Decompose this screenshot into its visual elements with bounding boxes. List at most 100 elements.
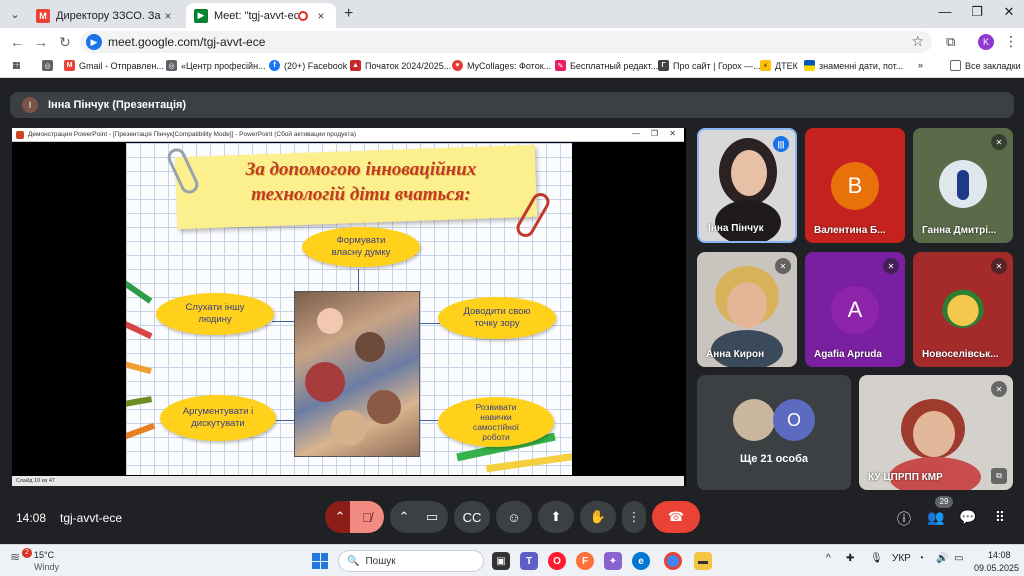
participant-tile[interactable]: ✕ Новоселівськ... (913, 252, 1013, 367)
language-indicator[interactable]: УКР (892, 553, 911, 564)
arrow-line (358, 269, 359, 291)
arrow-line (276, 420, 294, 421)
mic-off-icon: ✕ (775, 258, 791, 274)
wifi-icon[interactable]: ◔ (918, 553, 924, 564)
presentation-stage[interactable]: Демонстрация PowerPoint - [Презентація П… (12, 128, 686, 486)
profile-avatar[interactable]: K (978, 34, 994, 50)
bookmark-item[interactable]: ✎ Бесплатный редакт... (555, 60, 658, 71)
battery-icon[interactable]: ▭ (954, 553, 963, 564)
mic-off-icon: ✕ (991, 258, 1007, 274)
more-options-button[interactable]: ⋮ (622, 501, 646, 533)
back-icon[interactable]: ← (8, 34, 26, 50)
people-icon[interactable]: 👥 (926, 509, 946, 526)
clock-date[interactable]: 09.05.2025 (974, 563, 1019, 573)
participant-name: Agafia Apruda (814, 349, 882, 360)
info-icon[interactable]: ⓘ (894, 509, 914, 529)
volume-icon[interactable]: 🔊 (936, 553, 948, 564)
meeting-code: tgj-avvt-ece (60, 511, 123, 525)
more-bookmarks-icon[interactable]: » (918, 60, 923, 70)
firefox-icon[interactable]: F (576, 552, 594, 570)
edge-icon[interactable]: e (632, 552, 650, 570)
restore-icon[interactable]: ❐ (962, 4, 992, 20)
recording-icon (298, 10, 308, 21)
close-icon[interactable]: × (314, 9, 328, 23)
ppt-minimize-icon: — (632, 129, 640, 138)
opera-icon[interactable]: O (548, 552, 566, 570)
activities-icon[interactable]: ⠿ (990, 509, 1010, 526)
search-icon: 🔍 (347, 555, 360, 567)
slide-title: За допомогою інноваційних технологій діт… (245, 159, 477, 205)
mic-off-icon: 🎙̸ (362, 509, 372, 525)
site-info-icon[interactable]: ▶ (86, 34, 102, 50)
more-vert-icon: ⋮ (627, 509, 641, 524)
browser-menu-icon[interactable]: ⋮ (1004, 33, 1018, 50)
copilot-icon[interactable]: ✦ (604, 552, 622, 570)
pip-icon[interactable]: ⧉ (991, 468, 1007, 484)
camera-icon: ▭ (425, 509, 439, 524)
tab-gmail[interactable]: M Директору ЗЗСО. Запрошення × (28, 3, 183, 28)
participant-tile[interactable]: A ✕ Agafia Apruda (805, 252, 905, 367)
task-view-icon[interactable]: ▣ (492, 552, 510, 570)
bookmark-item[interactable]: M Gmail - Отправлен... (64, 60, 164, 71)
participant-tile[interactable]: ||| Інна Пінчук (697, 128, 797, 243)
participant-name: Новоселівськ... (922, 349, 999, 360)
tab-search-icon[interactable]: ⌄ (6, 5, 24, 23)
participant-avatar: О (773, 399, 815, 441)
ppt-window-title: Демонстрация PowerPoint - [Презентація П… (12, 128, 684, 142)
bookmark-item[interactable]: ◎ «Центр професійн... (166, 60, 266, 71)
chrome-icon[interactable] (664, 552, 682, 570)
bookmark-item[interactable]: ⚡ ДТЕК (760, 60, 798, 71)
clock-time[interactable]: 14:08 (988, 550, 1011, 560)
forward-icon[interactable]: → (32, 34, 50, 50)
others-tile[interactable]: О Ще 21 особа (697, 375, 851, 490)
heart-icon: ♥ (452, 60, 463, 71)
bookmark-item[interactable]: f (20+) Facebook (269, 60, 347, 71)
taskbar-search[interactable]: 🔍 Пошук (338, 550, 484, 572)
start-button[interactable] (312, 553, 328, 569)
teams-icon[interactable]: T (520, 552, 538, 570)
apps-icon[interactable]: ▦ (12, 60, 21, 71)
present-button[interactable]: ⬆ (538, 501, 574, 533)
temperature: 15°C (34, 550, 55, 560)
tray-mic-icon[interactable]: 🎙 (870, 553, 883, 564)
bookmark-item[interactable]: ♥ MyCollages: Фоток... (452, 60, 551, 71)
weather-condition: Windy (34, 562, 60, 572)
address-bar[interactable]: ▶ meet.google.com/tgj-avvt-ece ☆ (80, 31, 932, 53)
participant-tile[interactable]: В Валентина Б... (805, 128, 905, 243)
gmail-icon: M (36, 8, 50, 23)
bookmark-item[interactable]: знаменні дати, пот... (804, 60, 903, 71)
reload-icon[interactable]: ↻ (56, 34, 74, 51)
bookmark-item[interactable]: ▲ Початок 2024/2025... (350, 60, 451, 71)
browser-toolbar: ← → ↻ ▶ meet.google.com/tgj-avvt-ece ☆ (0, 28, 1024, 56)
window-close-icon[interactable]: ✕ (994, 4, 1024, 20)
participant-tile[interactable]: ✕ Анна Кирон (697, 252, 797, 367)
captions-button[interactable]: CC (454, 501, 490, 533)
participant-name: Інна Пінчук (708, 223, 764, 234)
participant-tile[interactable]: ✕ КУ ЦПРПП КМР ⧉ (859, 375, 1013, 490)
chat-icon[interactable]: 💬 (958, 509, 978, 526)
globe-icon: ◎ (42, 60, 53, 71)
bookmark-star-icon[interactable]: ☆ (911, 33, 924, 50)
file-explorer-icon[interactable]: ▬ (694, 552, 712, 570)
tab-meet[interactable]: ▶ Meet: "tgj-avvt-ece" × (186, 3, 336, 28)
close-icon[interactable]: × (161, 9, 175, 23)
bookmark-item[interactable]: Г Про сайт | Горох —... (658, 60, 761, 71)
all-bookmarks[interactable]: Все закладки (950, 60, 1021, 71)
participant-name: Валентина Б... (814, 225, 886, 236)
camera-toggle-button[interactable]: ▭ (416, 501, 448, 533)
reactions-button[interactable]: ☺ (496, 501, 532, 533)
participant-tile[interactable]: ✕ Ганна Дмитрі... (913, 128, 1013, 243)
leave-call-button[interactable]: ☎ (652, 501, 700, 533)
gorokh-icon: Г (658, 60, 669, 71)
raise-hand-button[interactable]: ✋ (580, 501, 616, 533)
new-tab-icon[interactable]: + (344, 5, 353, 23)
bookmark-globe[interactable]: ◎ (42, 60, 57, 71)
minimize-icon[interactable]: — (930, 4, 960, 19)
ppt-close-icon: ✕ (669, 129, 676, 138)
bell-icon (941, 284, 985, 328)
tray-overflow-icon[interactable]: ^ (826, 553, 831, 564)
extensions-icon[interactable]: ⧉ (946, 34, 955, 50)
tray-app-icon[interactable]: ✚ (846, 553, 854, 564)
mic-toggle-button[interactable]: 🎙̸ (350, 501, 384, 533)
camera-options-button[interactable]: ⌃ (390, 501, 418, 533)
